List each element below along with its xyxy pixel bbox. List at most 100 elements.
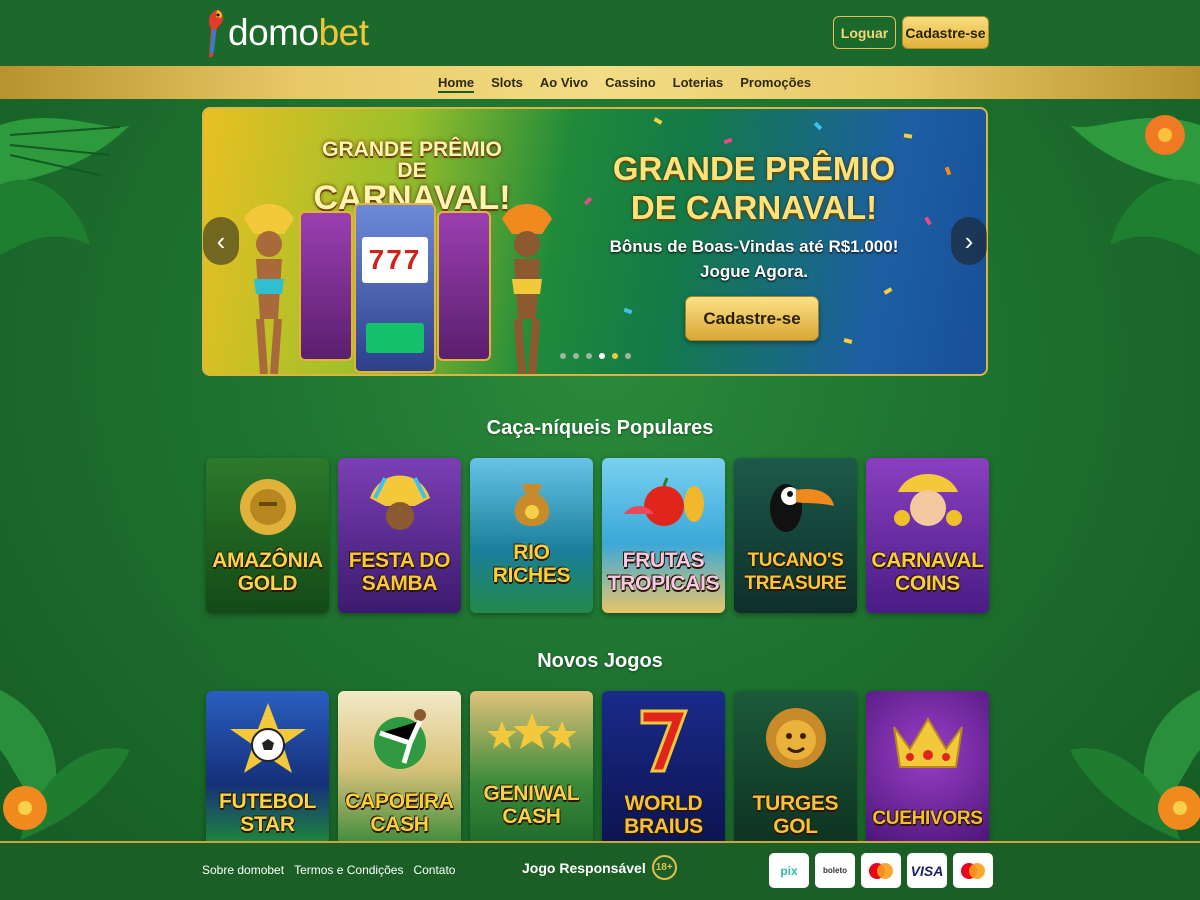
tropical-leaves-bottom-right-decoration [1070,690,1200,840]
banner-subtitle-line1: Bônus de Boas-Vindas até R$1.000! [609,237,899,256]
footer-links: Sobre domobet Termos e Condições Contato [202,863,455,877]
responsible-gaming[interactable]: Jogo Responsável 18+ [522,855,677,880]
game-tile-geniwal-cash[interactable]: GENIWAL CASH [470,691,593,846]
game-tile-capoeira-cash[interactable]: CAPOEIRA CASH [338,691,461,846]
nav-item-loterias[interactable]: Loterias [673,66,724,99]
game-title: WORLD BRAIUS [624,792,703,838]
samba-dancer-right-image [502,204,552,374]
carousel-dot[interactable] [599,353,605,359]
game-title: GENIWAL CASH [483,782,580,828]
slot-machine-left-image [299,211,353,361]
payment-methods: pix boleto VISA [769,853,993,888]
carousel-prev-button[interactable]: ‹ [203,217,239,265]
golden-crown-icon [892,717,963,768]
slot-machine-right-image [437,211,491,361]
top-header: domobet Loguar Cadastre-se [0,0,1200,66]
pix-icon: pix [769,853,809,888]
popular-slots-grid: AMAZÔNIA GOLD FESTA DO SAMBA RIO RICHES FRU… [206,458,989,613]
nav-item-home[interactable]: Home [438,66,475,99]
footer-link-terms[interactable]: Termos e Condições [294,863,403,877]
game-title: CAPOEIRA CASH [345,790,454,836]
parrot-logo-icon [209,10,224,58]
banner-title-line2: DE CARNAVAL! [630,189,878,226]
tropical-leaves-bottom-left-decoration [0,690,130,840]
golden-lion-icon [765,708,826,768]
game-tile-amazonia-gold[interactable]: AMAZÔNIA GOLD [206,458,329,613]
logo-text-main: domo [228,12,319,53]
carousel-dot[interactable] [573,353,579,359]
responsible-gaming-label: Jogo Responsável [522,859,646,876]
three-stars-icon [486,713,577,749]
slot-screen-image [366,323,424,353]
banner-title: GRANDE PRÊMIO DE CARNAVAL! [604,149,904,227]
boleto-icon: boleto [815,853,855,888]
game-tile-turges-gol[interactable]: TURGES GOL [734,691,857,846]
game-tile-frutas-tropicais[interactable]: FRUTAS TROPICAIS [602,458,725,613]
carousel-pagination [560,353,631,359]
nav-item-promocoes[interactable]: Promoções [740,66,811,99]
carousel-next-button[interactable]: › [951,217,987,265]
hero-banner[interactable]: GRANDE PRÊMIO DE CARNAVAL! 777 GRANDE PR… [202,107,988,376]
slot-reels: 777 [362,237,428,283]
samba-dancer-icon [369,475,430,530]
new-games-title: Novos Jogos [537,650,663,672]
game-title: CARNAVAL COINS [871,549,984,595]
money-bag-icon [514,484,549,526]
nav-item-slots[interactable]: Slots [491,66,523,99]
game-title: CUEHIVORS [872,808,983,829]
game-tile-futebol-star[interactable]: FUTEBOL STAR [206,691,329,846]
game-title: RIO RICHES [492,541,571,587]
golden-idol-icon [239,479,296,535]
site-logo[interactable]: domobet [203,6,369,60]
game-title: TURGES GOL [752,792,839,838]
game-title: FUTEBOL STAR [218,790,317,836]
game-tile-festa-do-samba[interactable]: FESTA DO SAMBA [338,458,461,613]
slot-machine-center-image: 777 [354,203,436,373]
samba-dancer-left-image [244,204,294,374]
banner-subtitle: Bônus de Boas-Vindas até R$1.000! Jogue … [604,234,904,284]
game-tile-carnaval-coins[interactable]: CARNAVAL COINS [866,458,989,613]
toucan-icon [769,484,834,532]
game-title: AMAZÔNIA GOLD [212,549,323,595]
banner-art-title-line1: GRANDE PRÊMIO DE [322,138,502,182]
game-tile-tucanos-treasure[interactable]: TUCANO'S TREASURE [734,458,857,613]
new-games-grid: FUTEBOL STAR CAPOEIRA CASH GENIWAL CASH WOR… [206,691,989,846]
tropical-fruits-icon [623,477,704,526]
signup-button[interactable]: Cadastre-se [902,16,989,49]
footer-link-contact[interactable]: Contato [413,863,455,877]
site-footer: Sobre domobet Termos e Condições Contato… [0,841,1200,900]
main-navigation-bar: Home Slots Ao Vivo Cassino Loterias Prom… [0,66,1200,99]
soccer-ball-star-icon [229,703,306,773]
visa-icon: VISA [907,853,947,888]
carnival-mask-icon [893,474,962,526]
capoeira-fighter-icon [373,709,426,769]
carousel-dot[interactable] [612,353,618,359]
tropical-leaves-left-decoration [0,117,130,255]
banner-signup-button[interactable]: Cadastre-se [685,296,819,341]
chevron-right-icon: › [964,225,974,256]
login-button[interactable]: Loguar [833,16,896,49]
main-nav: Home Slots Ao Vivo Cassino Loterias Prom… [438,66,828,99]
banner-title-line1: GRANDE PRÊMIO [612,150,896,187]
game-tile-world-braius[interactable]: WORLD BRAIUS [602,691,725,846]
game-tile-cuehivors[interactable]: CUEHIVORS [866,691,989,846]
game-title: TUCANO'S TREASURE [744,550,847,594]
carousel-dot[interactable] [586,353,592,359]
banner-subtitle-line2: Jogue Agora. [700,262,808,281]
nav-item-ao-vivo[interactable]: Ao Vivo [540,66,588,99]
mastercard-icon [953,853,993,888]
game-title: FRUTAS TROPICAIS [607,549,720,595]
mastercard-icon [861,853,901,888]
lucky-seven-icon [640,709,688,773]
chevron-left-icon: ‹ [216,225,226,256]
game-title: FESTA DO SAMBA [348,549,451,595]
nav-item-cassino[interactable]: Cassino [605,66,656,99]
carousel-dot[interactable] [560,353,566,359]
game-tile-rio-riches[interactable]: RIO RICHES [470,458,593,613]
popular-slots-title: Caça-níqueis Populares [486,417,714,439]
age-18-badge-icon: 18+ [651,855,677,880]
footer-link-about[interactable]: Sobre domobet [202,863,284,877]
tropical-leaves-right-decoration [1070,115,1200,255]
logo-text-accent: bet [318,12,369,53]
carousel-dot[interactable] [625,353,631,359]
